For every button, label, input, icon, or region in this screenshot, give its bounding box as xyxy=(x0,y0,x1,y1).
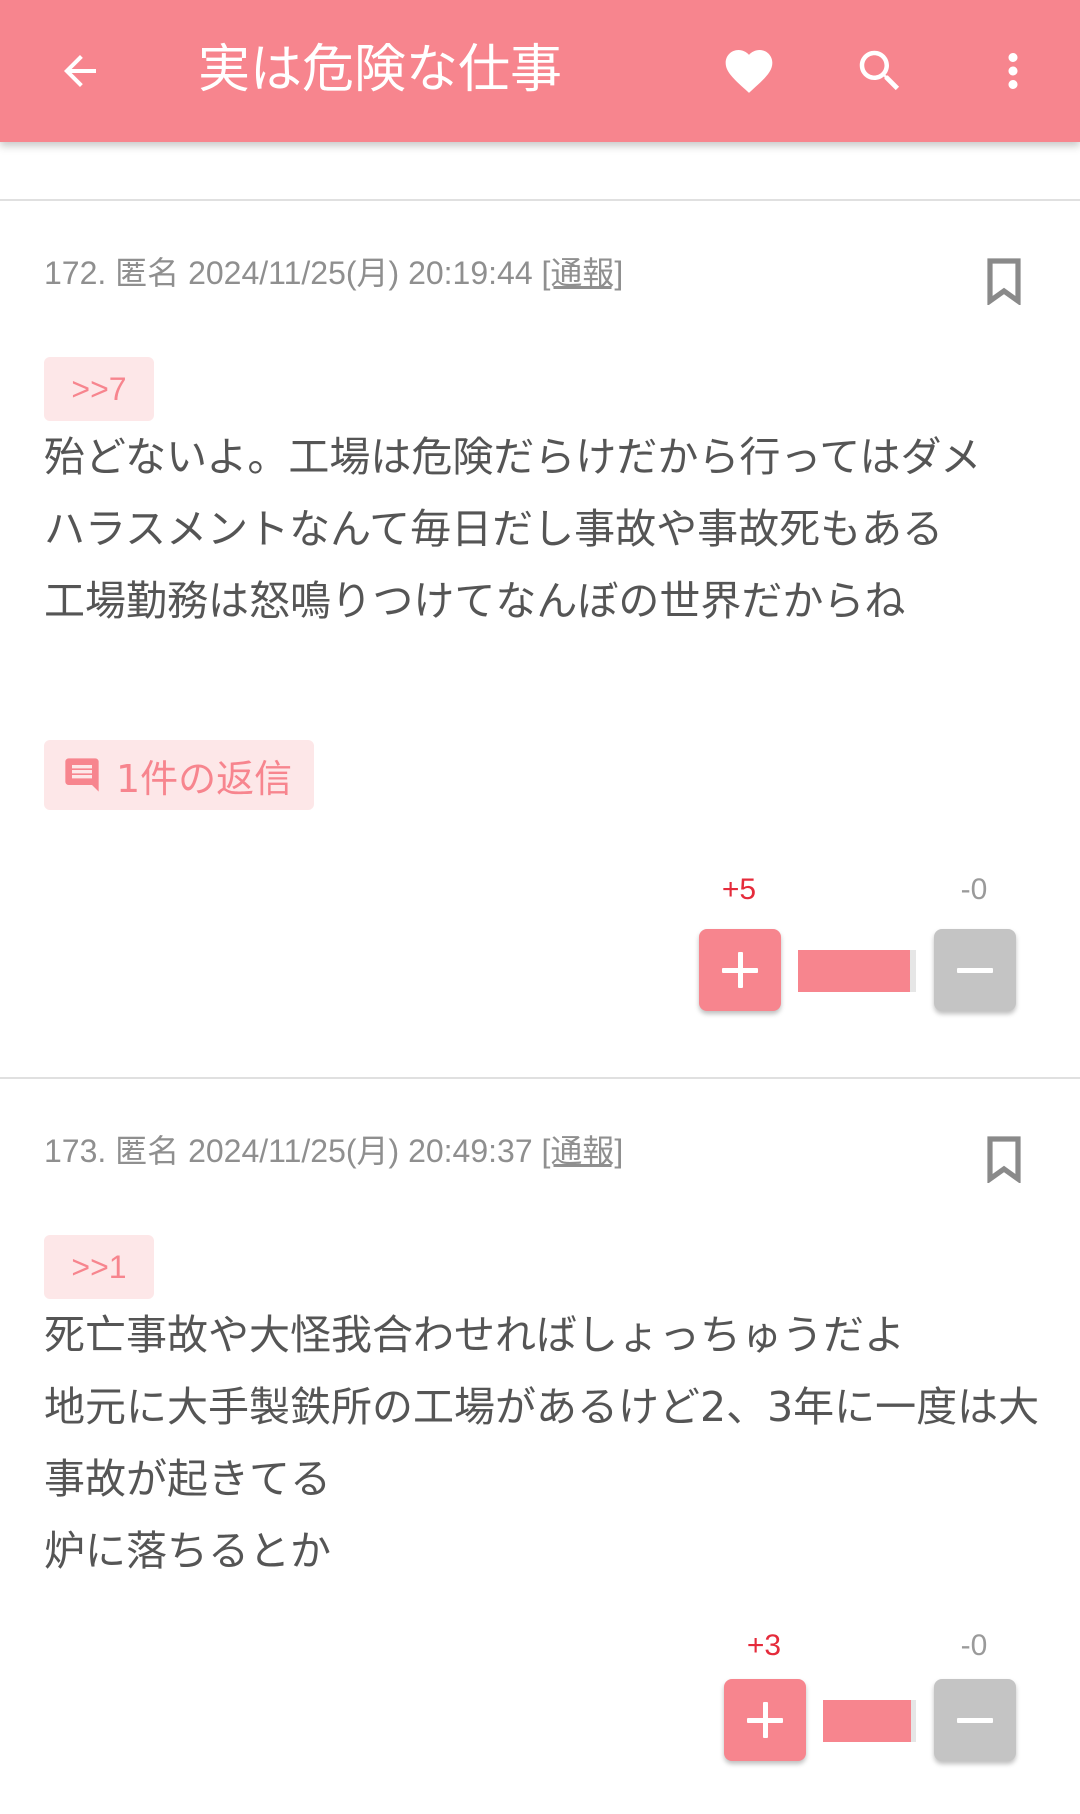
app-bar: 実は危険な仕事 xyxy=(0,0,1080,142)
post-meta: 173. 匿名 2024/11/25(月) 20:49:37 [通報] xyxy=(44,1126,623,1172)
post-body: 殆どないよ。工場は危険だらけだから行ってはダメ ハラスメントなんて毎日だし事故や… xyxy=(44,433,982,625)
reply-count-button[interactable]: 1件の返信 xyxy=(44,740,315,810)
bookmark-button[interactable] xyxy=(980,1131,1028,1187)
search-button[interactable] xyxy=(840,31,920,111)
report-link[interactable]: [通報] xyxy=(542,255,624,291)
post-172: 172. 匿名 2024/11/25(月) 20:19:44 [通報] >>7 … xyxy=(0,201,1080,1077)
anchor-link[interactable]: >>7 xyxy=(44,357,154,421)
post-body: 死亡事故や大怪我合わせればしょっちゅうだよ 地元に大手製鉄所の工場があるけど2、… xyxy=(44,1311,1040,1575)
minus-vote-button[interactable] xyxy=(934,1679,1016,1761)
post-datetime: 2024/11/25(月) 20:49:37 xyxy=(188,1133,533,1169)
plus-score: +5 xyxy=(721,873,757,906)
back-button[interactable] xyxy=(40,31,120,111)
post-meta: 172. 匿名 2024/11/25(月) 20:19:44 [通報] xyxy=(44,248,623,294)
minus-score: -0 xyxy=(960,1629,988,1662)
vote-ratio-bar xyxy=(823,1700,916,1742)
more-options-button[interactable] xyxy=(973,31,1053,111)
plus-vote-button[interactable] xyxy=(699,929,781,1011)
post-number: 172. xyxy=(44,255,107,291)
plus-icon xyxy=(722,952,758,988)
post-number: 173. xyxy=(44,1133,107,1169)
minus-icon xyxy=(957,1702,993,1738)
plus-icon xyxy=(747,1702,783,1738)
search-icon xyxy=(859,50,900,91)
post-173: 173. 匿名 2024/11/25(月) 20:49:37 [通報] >>1 … xyxy=(0,1079,1080,1814)
plus-vote-button[interactable] xyxy=(724,1679,806,1761)
vote-ratio-fill xyxy=(823,1700,912,1742)
bookmark-icon xyxy=(987,258,1021,305)
anchor-link[interactable]: >>1 xyxy=(44,1235,154,1299)
minus-score: -0 xyxy=(960,873,988,906)
arrow-left-icon xyxy=(64,55,96,87)
bookmark-button[interactable] xyxy=(980,253,1028,309)
post-datetime: 2024/11/25(月) 20:19:44 xyxy=(188,255,533,291)
reply-count-label: 1件の返信 xyxy=(116,756,293,801)
vote-ratio-bar xyxy=(798,950,916,992)
bookmark-icon xyxy=(987,1136,1021,1183)
heart-icon xyxy=(725,50,773,93)
plus-score: +3 xyxy=(746,1629,782,1662)
vote-ratio-fill xyxy=(798,950,911,992)
post-author: 匿名 xyxy=(115,1133,180,1169)
comment-icon xyxy=(65,758,99,792)
minus-icon xyxy=(957,952,993,988)
favorite-button[interactable] xyxy=(709,31,789,111)
report-link[interactable]: [通報] xyxy=(542,1133,624,1169)
page-title: 実は危険な仕事 xyxy=(198,40,563,100)
post-author: 匿名 xyxy=(115,255,180,291)
more-vertical-icon xyxy=(1008,53,1018,89)
minus-vote-button[interactable] xyxy=(934,929,1016,1011)
